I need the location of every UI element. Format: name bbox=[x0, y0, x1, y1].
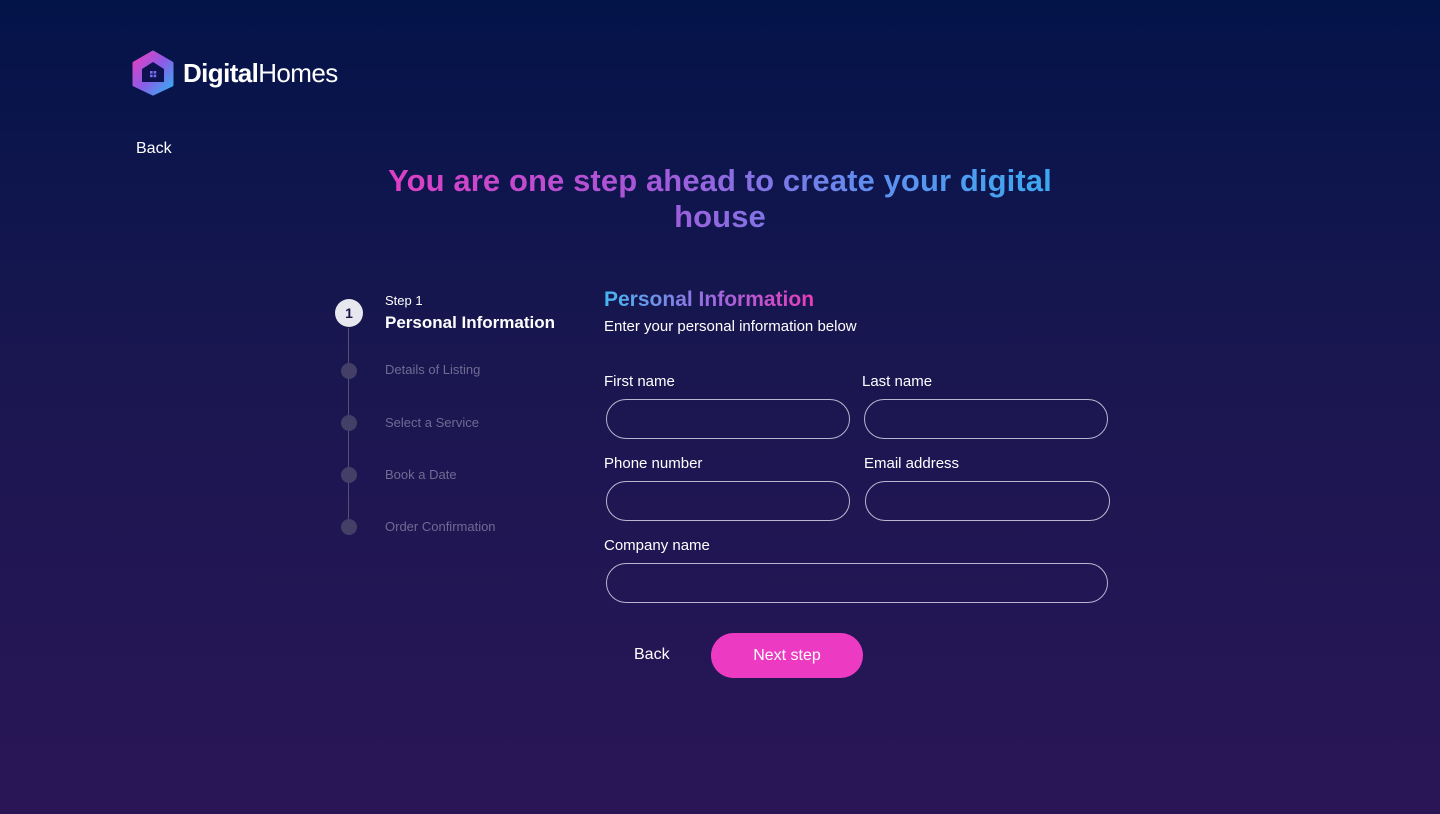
phone-number-field[interactable] bbox=[606, 481, 850, 521]
email-address-field[interactable] bbox=[865, 481, 1110, 521]
form-title: Personal Information bbox=[604, 288, 815, 311]
brand-name-light: Homes bbox=[258, 58, 338, 88]
brand-name: DigitalHomes bbox=[183, 50, 338, 96]
email-address-label: Email address bbox=[864, 455, 960, 472]
last-name-field[interactable] bbox=[864, 399, 1108, 439]
first-name-field[interactable] bbox=[606, 399, 850, 439]
step-1-caption: Step 1 bbox=[385, 293, 423, 308]
brand-logo[interactable]: DigitalHomes bbox=[130, 50, 338, 96]
phone-number-label: Phone number bbox=[604, 455, 703, 472]
progress-stepper: 1 Step 1 Personal Information Details of… bbox=[334, 290, 584, 550]
step-4-indicator bbox=[341, 467, 357, 483]
house-logo-icon bbox=[132, 50, 174, 96]
company-name-label: Company name bbox=[604, 537, 710, 554]
step-3-indicator bbox=[341, 415, 357, 431]
last-name-label: Last name bbox=[862, 373, 933, 390]
brand-name-bold: Digital bbox=[183, 58, 259, 88]
company-name-field[interactable] bbox=[606, 563, 1108, 603]
step-1-title: Personal Information bbox=[385, 313, 556, 332]
back-button[interactable]: Back bbox=[634, 646, 670, 664]
page-headline: You are one step ahead to create your di… bbox=[340, 163, 1100, 235]
step-5-indicator bbox=[341, 519, 357, 535]
next-step-button[interactable]: Next step bbox=[711, 633, 863, 678]
first-name-label: First name bbox=[604, 373, 675, 390]
step-5-label: Order Confirmation bbox=[385, 519, 496, 534]
step-2-indicator bbox=[341, 363, 357, 379]
step-2-label: Details of Listing bbox=[385, 362, 481, 377]
step-4-label: Book a Date bbox=[385, 467, 457, 482]
back-link[interactable]: Back bbox=[136, 140, 172, 158]
personal-info-form-header: Personal Information Enter your personal… bbox=[604, 288, 1124, 335]
form-subtitle: Enter your personal information below bbox=[604, 318, 857, 335]
step-1-indicator: 1 bbox=[335, 299, 363, 327]
step-3-label: Select a Service bbox=[385, 415, 479, 430]
